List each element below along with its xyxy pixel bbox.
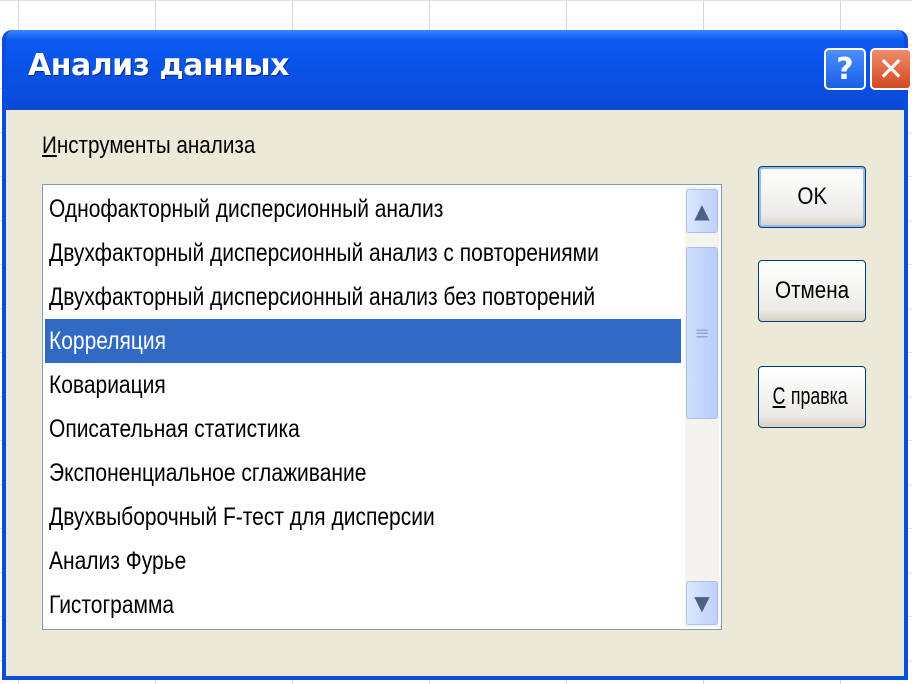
- help-button-label: Справка: [771, 383, 852, 411]
- listbox-scrollbar[interactable]: ▲ ≡ ▼: [685, 187, 719, 627]
- dialog-title: Анализ данных: [28, 48, 289, 83]
- help-button-text: правка: [791, 383, 848, 410]
- close-icon[interactable]: ✕: [870, 48, 912, 90]
- cancel-button[interactable]: Отмена: [758, 260, 866, 322]
- scroll-thumb[interactable]: ≡: [686, 247, 718, 419]
- title-bar[interactable]: Анализ данных ? ✕: [6, 30, 912, 110]
- list-item-label: Экспоненциальное сглаживание: [49, 459, 367, 487]
- scroll-up-icon[interactable]: ▲: [686, 189, 718, 233]
- tools-label-accelerator: И: [42, 132, 57, 159]
- list-item-label: Двухфакторный дисперсионный анализ без п…: [49, 283, 596, 311]
- ok-button-label: OK: [797, 183, 827, 210]
- tools-label: Инструменты анализа: [42, 132, 255, 160]
- list-item-label: Двухфакторный дисперсионный анализ с пов…: [49, 239, 599, 267]
- list-item-label: Анализ Фурье: [49, 547, 187, 575]
- tools-label-text: нструменты анализа: [56, 132, 256, 159]
- ok-button[interactable]: OK: [758, 166, 866, 228]
- list-item[interactable]: Двухвыборочный F-тест для дисперсии: [45, 495, 681, 539]
- list-item[interactable]: Двухфакторный дисперсионный анализ без п…: [45, 275, 681, 319]
- tools-list: Однофакторный дисперсионный анализ Двухфа…: [45, 187, 681, 627]
- list-item[interactable]: Экспоненциальное сглаживание: [45, 451, 681, 495]
- list-item-label: Гистограмма: [49, 591, 175, 619]
- list-item[interactable]: Двухфакторный дисперсионный анализ с пов…: [45, 231, 681, 275]
- list-item[interactable]: Корреляция: [45, 319, 681, 363]
- tools-listbox[interactable]: Однофакторный дисперсионный анализ Двухфа…: [42, 184, 722, 630]
- dialog-body: Инструменты анализа Однофакторный диспер…: [6, 110, 904, 676]
- list-item-label: Двухвыборочный F-тест для дисперсии: [49, 503, 435, 531]
- list-item-label: Корреляция: [49, 327, 167, 355]
- help-button-accelerator: С: [772, 383, 786, 410]
- scroll-down-icon[interactable]: ▼: [686, 581, 718, 625]
- list-item[interactable]: Описательная статистика: [45, 407, 681, 451]
- list-item-label: Однофакторный дисперсионный анализ: [49, 195, 444, 223]
- list-item[interactable]: Ковариация: [45, 363, 681, 407]
- data-analysis-dialog: Анализ данных ? ✕ Инструменты анализа Од…: [2, 30, 912, 680]
- help-icon[interactable]: ?: [824, 48, 866, 90]
- list-item[interactable]: Анализ Фурье: [45, 539, 681, 583]
- list-item[interactable]: Однофакторный дисперсионный анализ: [45, 187, 681, 231]
- help-button[interactable]: Справка: [758, 366, 866, 428]
- list-item[interactable]: Гистограмма: [45, 583, 681, 627]
- list-item-label: Описательная статистика: [49, 415, 300, 443]
- cancel-button-label: Отмена: [774, 277, 850, 304]
- list-item-label: Ковариация: [49, 371, 166, 399]
